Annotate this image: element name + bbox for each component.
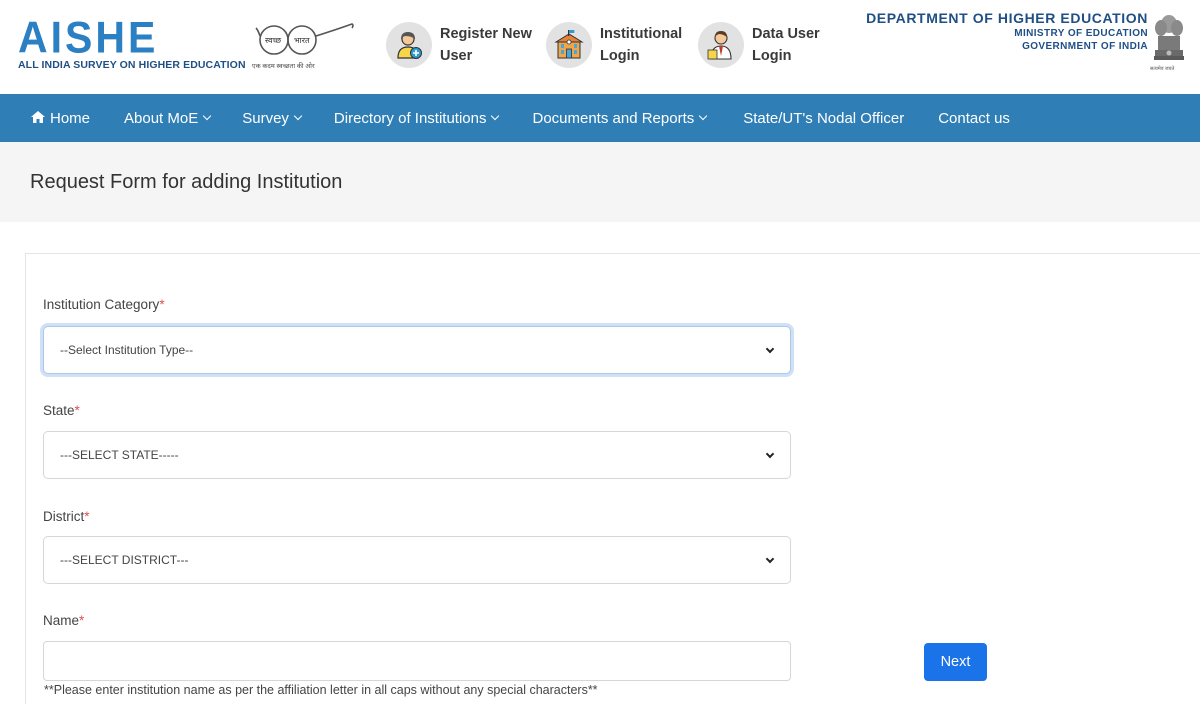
nav-home[interactable]: Home — [31, 110, 90, 127]
chevron-down-icon — [698, 111, 708, 121]
logo-title: AISHE — [18, 12, 159, 63]
department-heading: DEPARTMENT OF HIGHER EDUCATION MINISTRY … — [866, 10, 1148, 52]
category-select-value: --Select Institution Type-- — [60, 343, 194, 357]
next-button[interactable]: Next — [924, 643, 987, 681]
state-select-value: ---SELECT STATE----- — [60, 448, 179, 462]
data-user-link-line2: Login — [752, 48, 792, 64]
institutional-link-line1: Institutional — [600, 26, 683, 42]
dept-line2: MINISTRY OF EDUCATION — [1014, 28, 1148, 39]
swachh-right-text: भारत — [294, 36, 310, 45]
required-mark: * — [159, 297, 165, 312]
nav-contact[interactable]: Contact us — [938, 110, 1010, 127]
district-label: District* — [43, 509, 90, 524]
institution-category-select[interactable]: --Select Institution Type-- — [43, 326, 791, 374]
category-label-text: Institution Category — [43, 297, 160, 312]
nav-directory-label: Directory of Institutions — [333, 109, 487, 127]
chevron-down-icon — [202, 111, 212, 121]
emblem-caption: सत्यमेव जयते — [1150, 66, 1175, 72]
data-user-icon — [698, 22, 744, 68]
district-label-text: District — [43, 509, 85, 524]
dept-line1: DEPARTMENT OF HIGHER EDUCATION — [866, 10, 1148, 26]
chevron-down-icon — [765, 344, 775, 354]
chevron-down-icon — [765, 449, 775, 459]
nav-contact-label: Contact us — [938, 109, 1010, 127]
nav-about-label: About MoE — [124, 109, 199, 127]
register-user-icon — [386, 22, 432, 68]
data-user-link-line1: Data User — [752, 26, 820, 42]
national-emblem-icon: सत्यमेव जयते — [1150, 12, 1186, 74]
data-user-login-link[interactable]: Data User Login — [698, 16, 820, 74]
name-label-text: Name — [43, 613, 80, 628]
site-header: AISHE ALL INDIA SURVEY ON HIGHER EDUCATI… — [0, 0, 1200, 94]
institution-category-label: Institution Category* — [43, 297, 165, 312]
nav-directory[interactable]: Directory of Institutions — [333, 109, 500, 127]
institutional-login-link[interactable]: Institutional Login — [546, 16, 682, 74]
institution-building-icon — [546, 22, 592, 68]
required-mark: * — [74, 403, 80, 418]
name-hint-text: **Please enter institution name as per t… — [44, 683, 598, 697]
register-new-user-link[interactable]: Register New User — [386, 16, 532, 74]
nav-nodal-label: State/UT's Nodal Officer — [743, 109, 905, 127]
nav-about-moe[interactable]: About MoE — [124, 109, 212, 127]
page-title: Request Form for adding Institution — [30, 171, 343, 193]
aishe-logo[interactable]: AISHE ALL INDIA SURVEY ON HIGHER EDUCATI… — [18, 12, 248, 76]
nav-nodal-officer[interactable]: State/UT's Nodal Officer — [743, 110, 904, 127]
nav-documents-label: Documents and Reports — [532, 109, 695, 127]
swachh-caption: एक कदम स्वच्छता की ओर — [252, 63, 315, 70]
nav-survey[interactable]: Survey — [242, 109, 303, 127]
dept-line3: GOVERNMENT OF INDIA — [1022, 41, 1148, 52]
page-title-bar: Request Form for adding Institution — [0, 142, 1200, 222]
main-navbar: Home About MoE Survey Directory of Insti… — [0, 94, 1200, 142]
institution-name-input[interactable] — [43, 641, 791, 681]
register-link-line2: User — [440, 48, 473, 64]
chevron-down-icon — [765, 554, 775, 564]
nav-home-label: Home — [50, 109, 91, 127]
required-mark: * — [84, 509, 90, 524]
nav-survey-label: Survey — [242, 109, 289, 127]
district-select[interactable]: ---SELECT DISTRICT--- — [43, 536, 791, 584]
home-icon — [31, 110, 45, 127]
district-select-value: ---SELECT DISTRICT--- — [60, 553, 189, 567]
institutional-link-line2: Login — [600, 48, 640, 64]
name-label: Name* — [43, 613, 84, 628]
nav-documents[interactable]: Documents and Reports — [532, 109, 708, 127]
required-mark: * — [79, 613, 85, 628]
state-label-text: State — [43, 403, 75, 418]
swachh-left-text: स्वच्छ — [265, 36, 282, 45]
register-link-line1: Register New — [440, 26, 532, 42]
chevron-down-icon — [293, 111, 303, 121]
chevron-down-icon — [491, 111, 500, 121]
swachh-bharat-logo: स्वच्छ भारत एक कदम स्वच्छता की ओर — [250, 20, 360, 72]
state-select[interactable]: ---SELECT STATE----- — [43, 431, 791, 479]
state-label: State* — [43, 403, 80, 418]
